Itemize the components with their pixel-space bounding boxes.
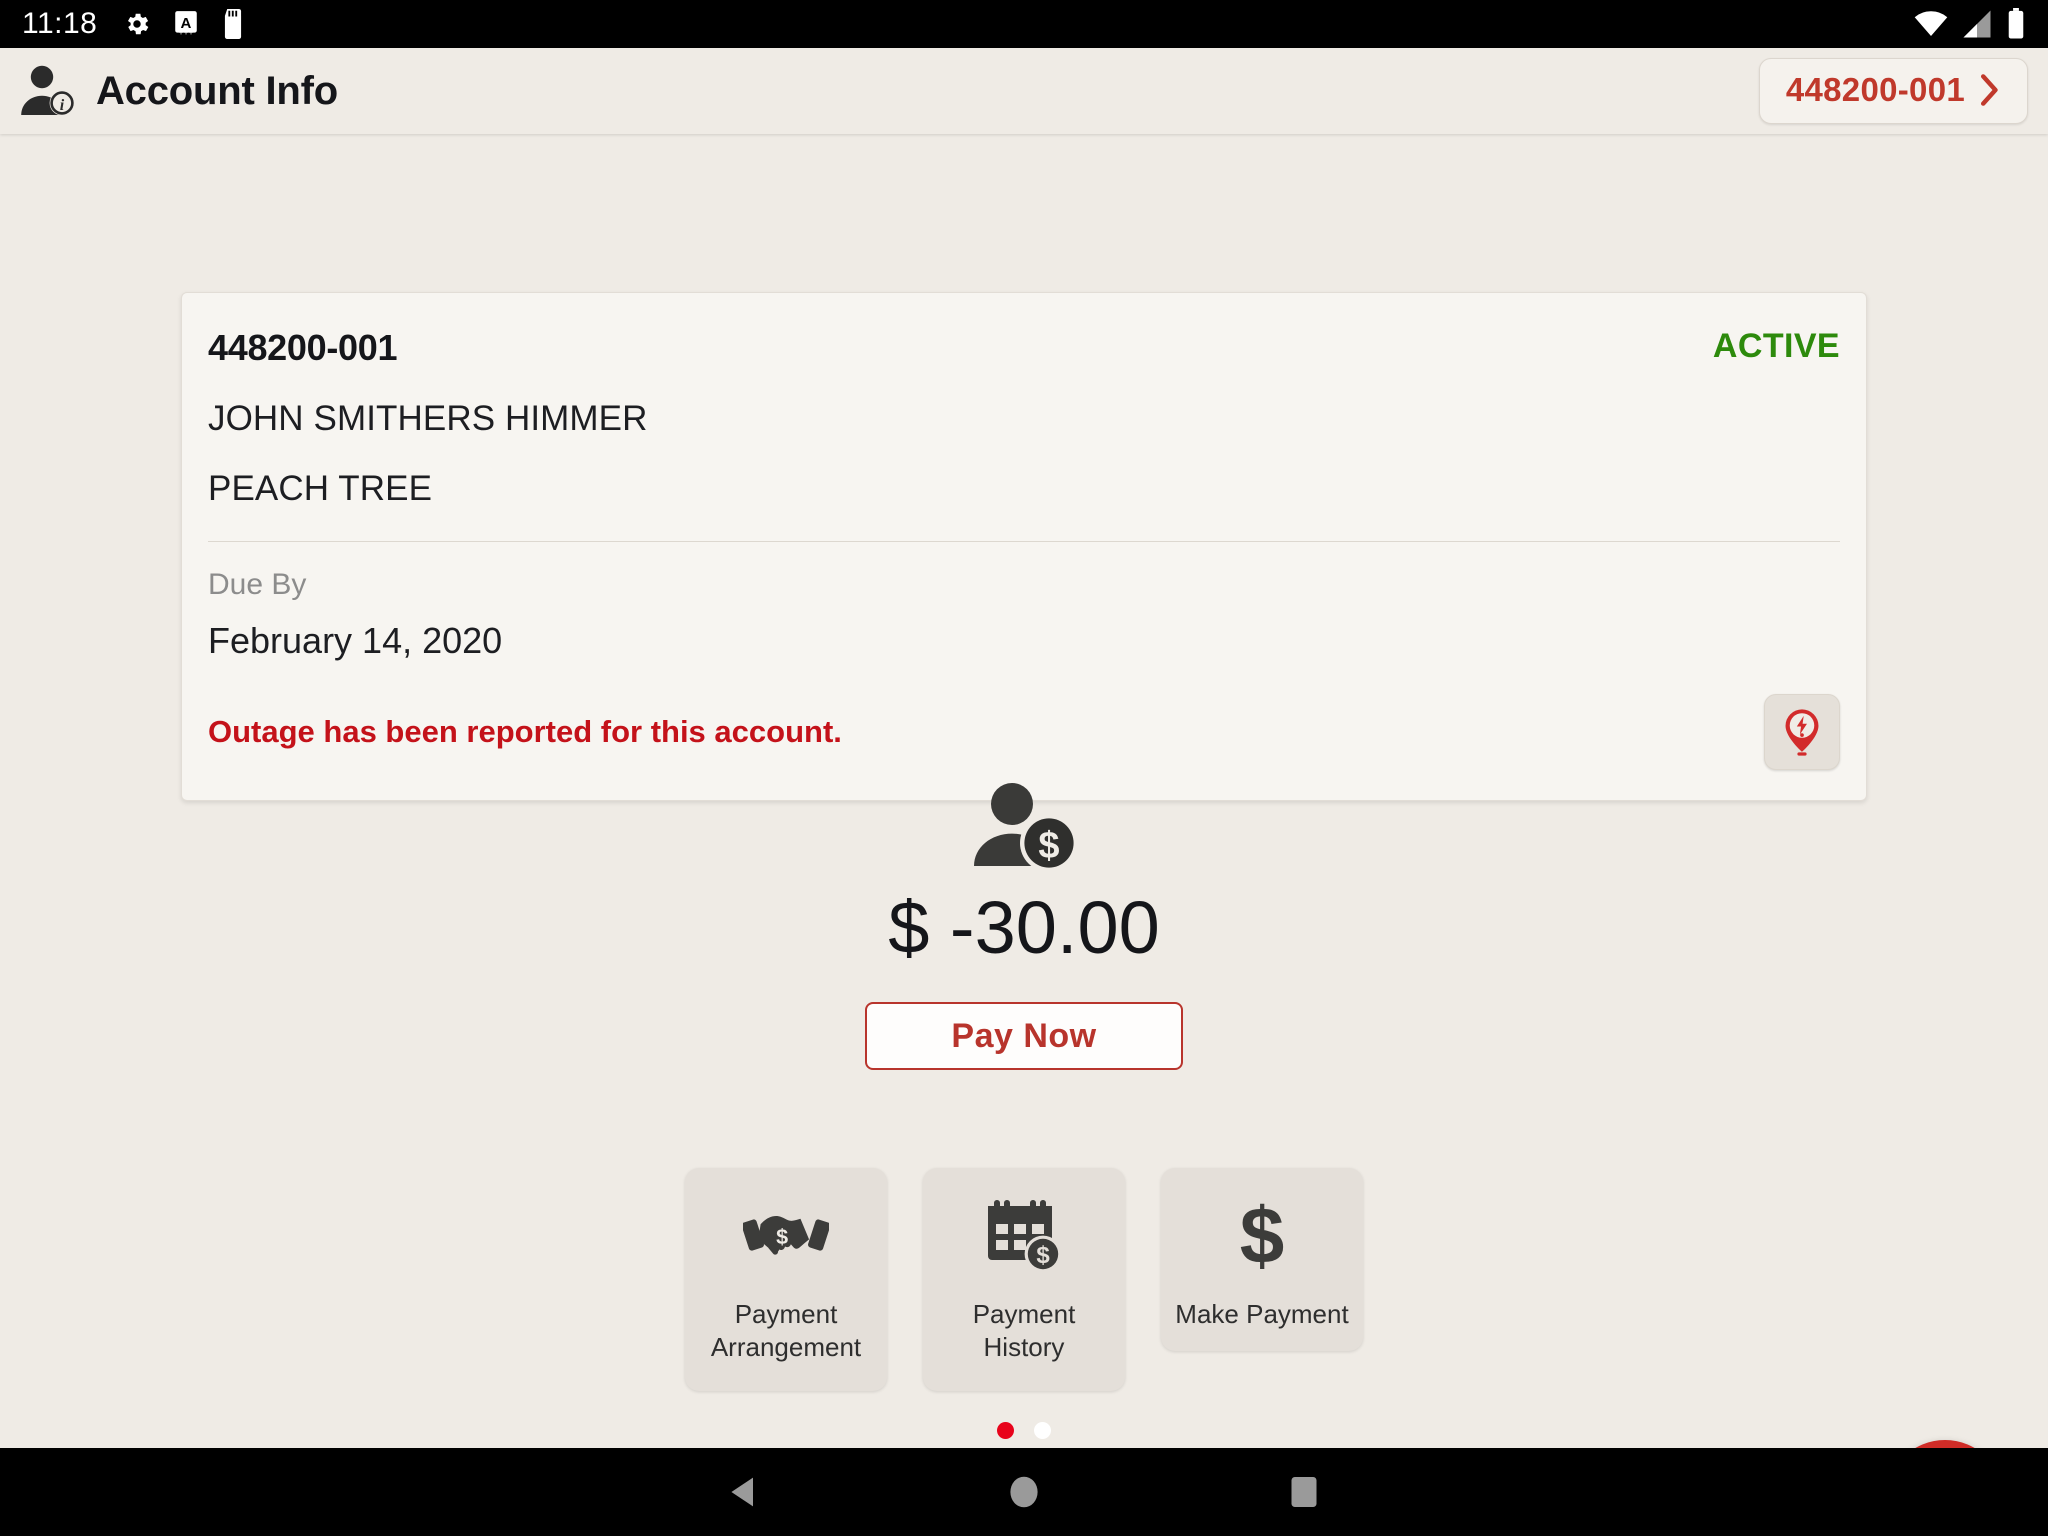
- page-title: Account Info: [96, 68, 339, 113]
- account-selector-label: 448200-001: [1785, 71, 1965, 108]
- balance-section: $ $ -30.00 Pay Now: [0, 779, 2048, 1070]
- account-card-header: 448200-001 ACTIVE: [208, 327, 1840, 369]
- tile-payment-history[interactable]: $ Payment History: [923, 1168, 1125, 1391]
- back-triangle-icon: [726, 1474, 762, 1510]
- quick-actions: $ Payment Arrangement $ Payment History …: [0, 1168, 2048, 1391]
- account-info-icon: i: [18, 62, 78, 120]
- tile-label-line1: Payment: [734, 1299, 838, 1329]
- gear-icon: [123, 10, 151, 38]
- status-badge: ACTIVE: [1712, 327, 1840, 365]
- svg-text:$: $: [1038, 825, 1059, 867]
- outage-message: Outage has been reported for this accoun…: [208, 714, 842, 749]
- service-address: PEACH TREE: [208, 469, 433, 508]
- account-card[interactable]: 448200-001 ACTIVE JOHN SMITHERS HIMMER P…: [181, 292, 1867, 801]
- status-bar-clock: 11:18: [22, 7, 98, 40]
- tile-make-payment[interactable]: $ Make Payment: [1161, 1168, 1363, 1351]
- tile-label-line2: Arrangement: [710, 1331, 862, 1362]
- tile-label-line2: History: [983, 1331, 1065, 1362]
- home-circle-icon: [1007, 1475, 1041, 1509]
- customer-name: JOHN SMITHERS HIMMER: [208, 399, 648, 438]
- pay-now-button[interactable]: Pay Now: [865, 1002, 1183, 1070]
- dollar-sign-icon: $: [1229, 1194, 1295, 1278]
- svg-text:i: i: [60, 97, 65, 114]
- outage-row: Outage has been reported for this accoun…: [208, 694, 1840, 770]
- svg-text:$: $: [1240, 1195, 1285, 1277]
- nav-home-button[interactable]: [884, 1475, 1164, 1509]
- handshake-dollar-icon: $: [743, 1194, 829, 1278]
- calendar-dollar-icon: $: [984, 1194, 1064, 1278]
- outage-pin-icon: [1779, 707, 1825, 757]
- wifi-icon: [1914, 10, 1948, 38]
- sdcard-icon: [221, 9, 245, 39]
- svg-text:$: $: [776, 1225, 788, 1249]
- due-by-value: February 14, 2020: [208, 620, 503, 661]
- pager-dots[interactable]: [0, 1422, 2048, 1439]
- due-by-label: Due By: [208, 568, 307, 601]
- a-badge-icon: A +++: [173, 10, 199, 38]
- svg-text:+++: +++: [179, 27, 194, 37]
- main-content: 448200-001 ACTIVE JOHN SMITHERS HIMMER P…: [0, 134, 2048, 1448]
- tile-payment-arrangement-label: Payment Arrangement: [711, 1298, 861, 1363]
- customer-balance-icon: $: [970, 779, 1078, 871]
- android-nav-bar: [0, 1448, 2048, 1536]
- nav-back-button[interactable]: [604, 1474, 884, 1510]
- tile-payment-history-label: Payment History: [973, 1298, 1076, 1363]
- outage-button[interactable]: [1764, 694, 1840, 770]
- cell-signal-icon: [1962, 10, 1992, 38]
- tile-make-payment-label: Make Payment: [1175, 1299, 1349, 1329]
- app-bar: i Account Info 448200-001: [0, 48, 2048, 134]
- chevron-right-icon: [1979, 73, 2001, 107]
- status-bar-system-icons: [1914, 8, 2026, 40]
- pager-dot-inactive[interactable]: [1034, 1422, 1051, 1439]
- nav-recents-button[interactable]: [1164, 1475, 1444, 1509]
- status-bar: 11:18 A +++: [0, 0, 2048, 48]
- tile-label-line1: Payment: [972, 1299, 1076, 1329]
- account-selector-button[interactable]: 448200-001: [1758, 58, 2028, 124]
- contacts-fab-button[interactable]: [1886, 1440, 2004, 1448]
- app-screen: 11:18 A +++ i Account Info 448200-001 44…: [0, 0, 2048, 1536]
- svg-text:$: $: [1036, 1242, 1050, 1269]
- account-number: 448200-001: [208, 327, 398, 368]
- tile-payment-arrangement[interactable]: $ Payment Arrangement: [685, 1168, 887, 1391]
- battery-icon: [2006, 8, 2026, 40]
- recents-square-icon: [1289, 1475, 1319, 1509]
- pager-dot-active[interactable]: [997, 1422, 1014, 1439]
- card-divider: [208, 541, 1840, 542]
- status-bar-notification-icons: A +++: [123, 9, 245, 39]
- account-balance: $ -30.00: [888, 886, 1160, 969]
